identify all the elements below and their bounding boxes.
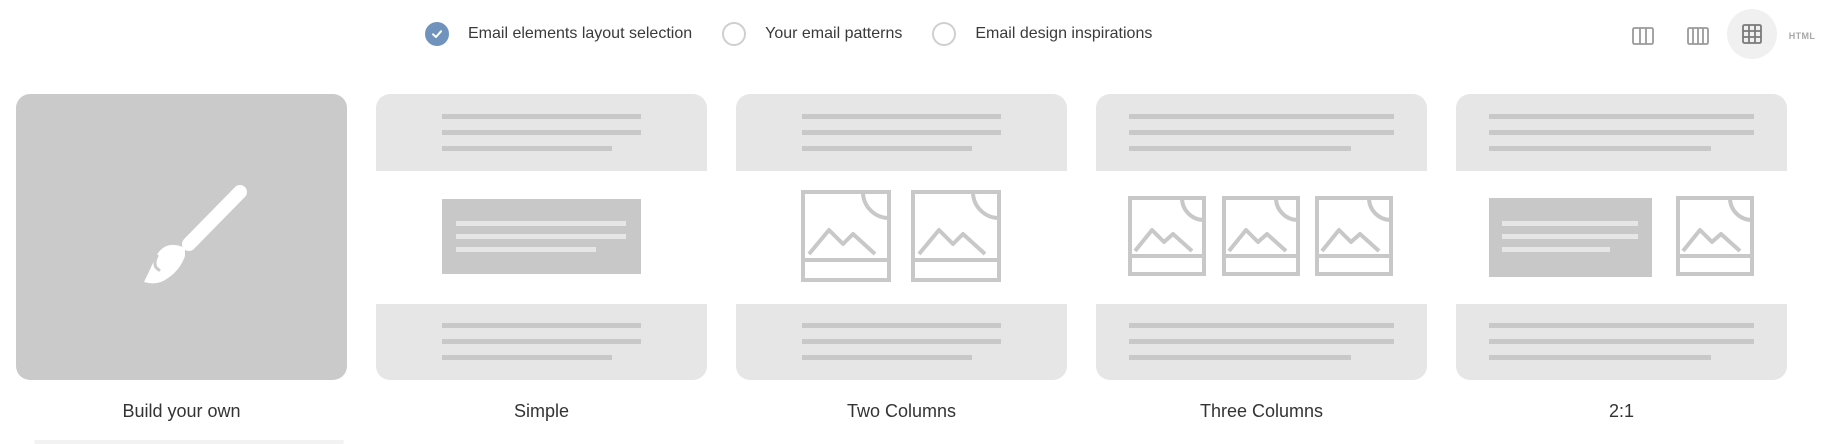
template-card-two-columns[interactable]: [736, 94, 1067, 380]
template-name: Three Columns: [1199, 401, 1324, 421]
template-name: 2:1: [1608, 401, 1635, 421]
text-lines-placeholder: [1489, 114, 1754, 151]
template-name: Two Columns: [846, 401, 957, 421]
template-card-build-your-own[interactable]: [16, 94, 347, 380]
template-gallery: Build your own Simple Two Columns Three …: [0, 0, 1835, 444]
text-block-placeholder: [442, 199, 641, 274]
template-card-three-columns[interactable]: [1096, 94, 1427, 380]
text-lines-placeholder: [442, 114, 641, 151]
text-lines-placeholder: [1129, 114, 1394, 151]
text-lines-placeholder: [1129, 323, 1394, 360]
template-name: Build your own: [122, 401, 241, 421]
text-lines-placeholder: [442, 323, 641, 360]
text-lines-placeholder: [802, 114, 1001, 151]
text-lines-placeholder: [802, 323, 1001, 360]
template-card-2-1[interactable]: [1456, 94, 1787, 380]
next-row-edge: [34, 440, 344, 444]
text-lines-placeholder: [1489, 323, 1754, 360]
template-card-simple[interactable]: [376, 94, 707, 380]
template-name: Simple: [513, 401, 570, 421]
paintbrush-icon: [144, 185, 247, 284]
text-block-placeholder: [1489, 198, 1652, 277]
